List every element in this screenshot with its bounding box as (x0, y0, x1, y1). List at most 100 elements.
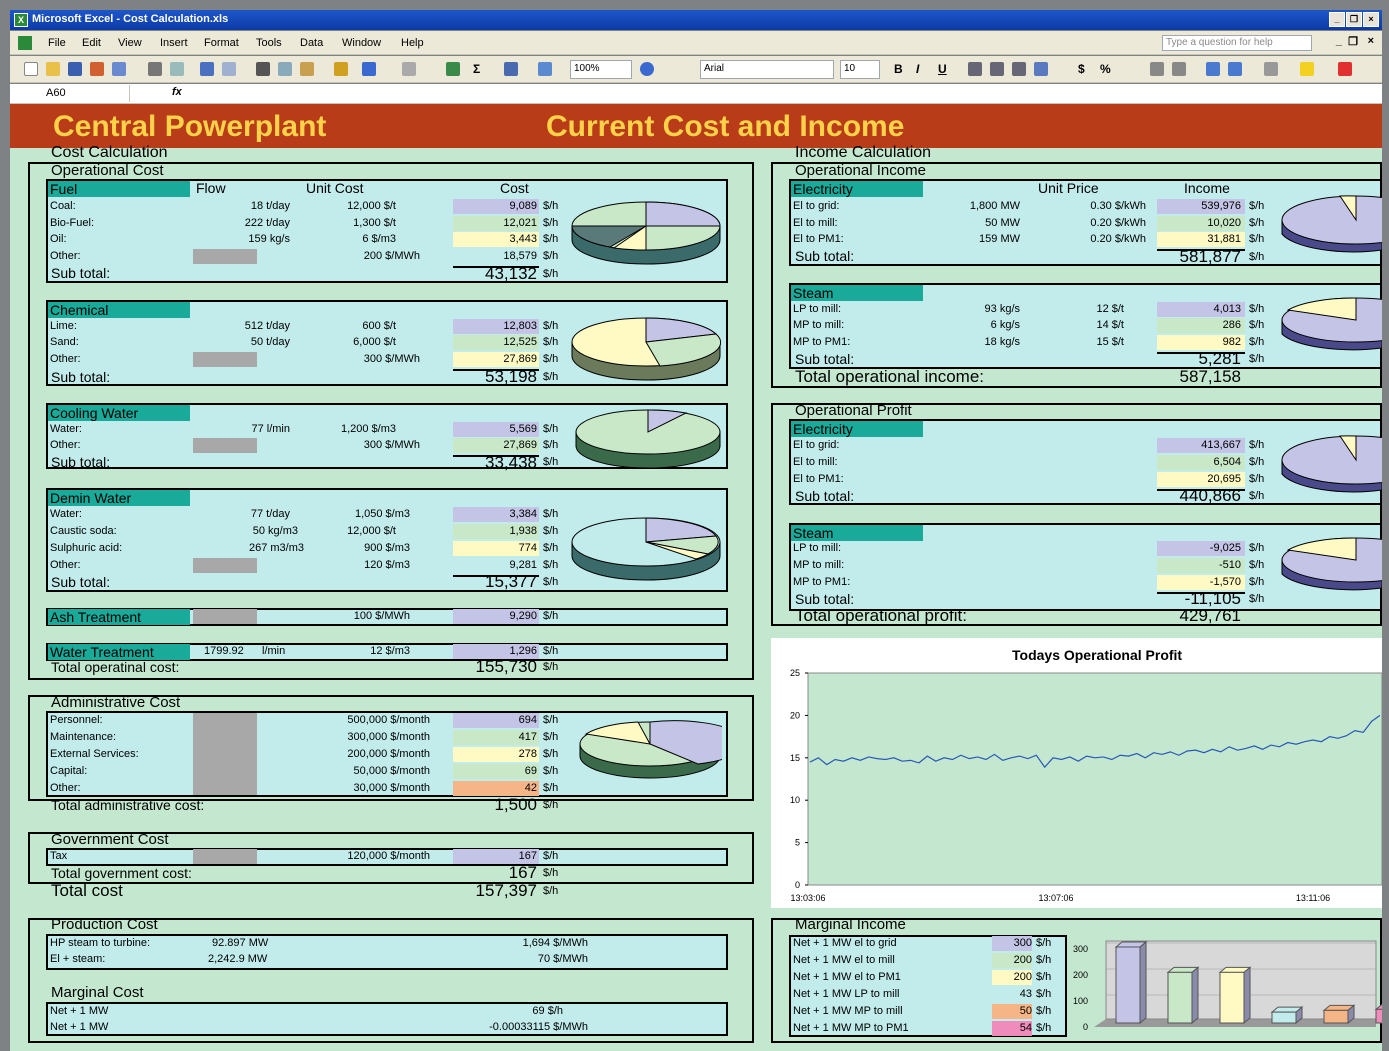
y-tick-label: 25 (790, 668, 800, 678)
title-bar: X Microsoft Excel - Cost Calculation.xls… (10, 10, 1382, 30)
research-icon[interactable] (222, 62, 236, 76)
zoom-select[interactable]: 100% (570, 60, 632, 79)
operational-cost-title: Operational Cost (51, 162, 164, 179)
cut-icon[interactable] (256, 62, 270, 76)
bar-y-tick-label: 100 (1073, 996, 1088, 1006)
y-tick-label: 20 (790, 710, 800, 720)
autosum-icon[interactable]: Σ (473, 62, 480, 76)
percent-button[interactable]: % (1100, 62, 1111, 76)
marginal-income-label: Net + 1 MW MP to mill (793, 1005, 903, 1017)
marginal-income-unit: $/h (1036, 971, 1052, 983)
fuel-coal-cost[interactable]: 9,089 (455, 200, 537, 212)
font-select[interactable]: Arial (700, 60, 834, 79)
total-operational-cost-value: 155,730 (475, 657, 537, 676)
marginal-income-label: Net + 1 MW MP to PM1 (793, 1022, 909, 1034)
format-painter-icon[interactable] (334, 62, 348, 76)
increase-decimal-icon[interactable] (1150, 62, 1164, 76)
save-icon[interactable] (68, 62, 82, 76)
marginal-income-label: Net + 1 MW el to PM1 (793, 971, 901, 983)
paste-icon[interactable] (300, 62, 314, 76)
font-color-icon[interactable] (1338, 62, 1352, 76)
menu-insert[interactable]: Insert (160, 37, 188, 49)
undo-icon[interactable] (362, 62, 376, 76)
copy-icon[interactable] (278, 62, 292, 76)
menu-window[interactable]: Window (342, 37, 381, 49)
align-right-icon[interactable] (1012, 62, 1026, 76)
align-left-icon[interactable] (968, 62, 982, 76)
marginal-income-value[interactable]: 50 (992, 1005, 1032, 1017)
formula-input[interactable] (195, 85, 1375, 102)
menu-edit[interactable]: Edit (82, 37, 101, 49)
insert-function-icon[interactable]: fx (172, 86, 182, 98)
marginal-income-value[interactable]: 200 (992, 971, 1032, 983)
decrease-indent-icon[interactable] (1206, 62, 1220, 76)
bar (1219, 971, 1245, 1024)
hyperlink-icon[interactable] (446, 62, 460, 76)
marginal-cost-title: Marginal Cost (51, 984, 144, 1001)
bar-y-tick-label: 0 (1083, 1022, 1088, 1032)
cooling-pie-chart (575, 409, 721, 469)
spelling-icon[interactable] (200, 62, 214, 76)
print-preview-icon[interactable] (170, 62, 184, 76)
underline-button[interactable]: U (938, 62, 947, 76)
marginal-income-unit: $/h (1036, 937, 1052, 949)
menu-tools[interactable]: Tools (256, 37, 282, 49)
doc-restore-button[interactable]: ❐ (1348, 35, 1358, 48)
menu-format[interactable]: Format (204, 37, 239, 49)
banner-right-title: Current Cost and Income (546, 110, 905, 143)
email-icon[interactable] (112, 62, 126, 76)
bold-button[interactable]: B (894, 62, 903, 76)
plot-area (807, 672, 1382, 886)
permission-icon[interactable] (90, 62, 104, 76)
name-box[interactable]: A60 (10, 85, 130, 102)
font-size-select[interactable]: 10 (840, 60, 880, 79)
fuel-subtotal-label: Sub total: (51, 265, 111, 281)
doc-close-button[interactable]: × (1368, 35, 1374, 47)
center-icon[interactable] (990, 62, 1004, 76)
profit-electricity-pie-chart (1281, 435, 1382, 493)
bar (1167, 971, 1193, 1024)
fill-color-icon[interactable] (1300, 62, 1314, 76)
restore-button[interactable]: ❐ (1346, 12, 1362, 27)
operational-profit-title: Operational Profit (795, 402, 912, 419)
italic-button[interactable]: I (916, 62, 919, 76)
marginal-income-value[interactable]: 43 (992, 988, 1032, 1000)
total-operational-cost-label: Total operatinal cost: (51, 659, 180, 675)
menu-file[interactable]: File (48, 37, 66, 49)
cooling-water-header: Cooling Water (48, 405, 190, 421)
marginal-income-value[interactable]: 300 (992, 937, 1032, 949)
merge-center-icon[interactable] (1034, 62, 1048, 76)
x-tick-label: 13:03:06 (790, 893, 825, 903)
doc-minimize-button[interactable]: _ (1336, 35, 1342, 47)
marginal-income-value[interactable]: 200 (992, 954, 1032, 966)
borders-icon[interactable] (1264, 62, 1278, 76)
chart-wizard-icon[interactable] (538, 62, 552, 76)
toolbar: Σ 100% Arial 10 B I U $ % (10, 56, 1382, 83)
unit-cost-col-header: Unit Cost (306, 180, 364, 196)
total-cost-label: Total cost (51, 881, 123, 900)
increase-indent-icon[interactable] (1228, 62, 1242, 76)
x-tick-label: 13:07:06 (1038, 893, 1073, 903)
marginal-income-unit: $/h (1036, 988, 1052, 1000)
marginal-income-value[interactable]: 54 (992, 1022, 1032, 1034)
help-icon[interactable] (640, 62, 654, 76)
bar-top (1374, 1003, 1382, 1010)
menu-view[interactable]: View (118, 37, 142, 49)
menu-data[interactable]: Data (300, 37, 323, 49)
sort-ascending-icon[interactable] (504, 62, 518, 76)
decrease-decimal-icon[interactable] (1172, 62, 1186, 76)
open-icon[interactable] (46, 62, 60, 76)
bar (1115, 946, 1141, 1024)
minimize-button[interactable]: _ (1329, 12, 1345, 27)
marginal-income-label: Net + 1 MW LP to mill (793, 988, 900, 1000)
workbook-icon[interactable] (18, 36, 32, 50)
currency-button[interactable]: $ (1078, 62, 1085, 76)
print-icon[interactable] (148, 62, 162, 76)
income-electricity-pie-chart (1281, 195, 1382, 253)
menu-help[interactable]: Help (401, 37, 424, 49)
marginal-income-label: Net + 1 MW el to mill (793, 954, 895, 966)
new-icon[interactable] (24, 62, 38, 76)
close-button[interactable]: × (1363, 12, 1379, 27)
help-search-input[interactable]: Type a question for help (1162, 35, 1312, 51)
redo-icon[interactable] (402, 62, 416, 76)
